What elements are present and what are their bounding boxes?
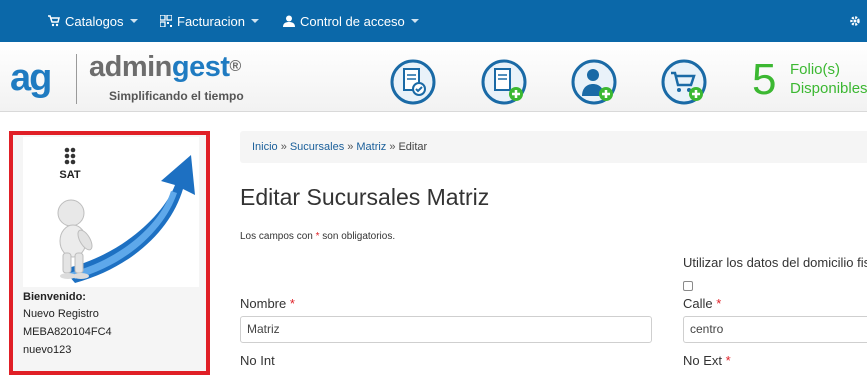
user-name: Nuevo Registro (23, 308, 99, 320)
logo-mark: ag (10, 57, 52, 99)
chevron-down-icon (410, 19, 419, 23)
logo-tagline: Simplificando el tiempo (109, 89, 244, 103)
use-fiscal-address-label: Utilizar los datos del domicilio fiscal (683, 255, 867, 270)
gear-icon[interactable] (849, 15, 861, 27)
menu-catalogos[interactable]: Catalogos (48, 0, 138, 42)
breadcrumb-sucursales[interactable]: Sucursales (290, 141, 344, 153)
user-panel: SAT Bienvenido: Nuevo Registro MEBA82010… (9, 131, 210, 375)
breadcrumb-separator: » (389, 141, 396, 153)
page-title: Editar Sucursales Matriz (240, 184, 490, 210)
breadcrumb-current: Editar (398, 141, 428, 153)
breadcrumb: Inicio» Sucursales» Matriz» Editar (240, 131, 867, 163)
user-icon (283, 15, 295, 27)
chevron-down-icon (129, 19, 138, 23)
invoice-check-icon[interactable] (389, 58, 437, 106)
breadcrumb-separator: » (280, 141, 287, 153)
invoice-add-icon[interactable] (480, 58, 528, 106)
cart-add-icon[interactable] (660, 58, 708, 106)
use-fiscal-address-checkbox[interactable] (683, 281, 693, 291)
breadcrumb-inicio[interactable]: Inicio (252, 141, 278, 153)
no-int-label: No Int (240, 353, 275, 368)
menu-catalogos-label: Catalogos (65, 13, 124, 29)
barcode-icon (160, 15, 172, 27)
breadcrumb-separator: » (347, 141, 354, 153)
user-login: nuevo123 (23, 344, 72, 356)
nombre-input[interactable]: Matriz (240, 316, 652, 343)
logo-divider (76, 54, 77, 104)
folios-count: 5 (752, 55, 777, 104)
logo-name: admingest® (89, 51, 241, 83)
calle-input[interactable]: centro (683, 316, 867, 343)
folios-label: Folio(s) Disponibles (790, 61, 867, 97)
no-ext-label: No Ext * (683, 353, 731, 368)
welcome-label: Bienvenido: (23, 291, 86, 303)
required-note: Los campos con * son obligatorios. (240, 231, 396, 242)
svg-text:SAT: SAT (59, 169, 80, 181)
menu-control-acceso[interactable]: Control de acceso (283, 0, 419, 42)
menu-facturacion-label: Facturacion (177, 13, 245, 29)
menu-facturacion[interactable]: Facturacion (160, 0, 259, 42)
nombre-label: Nombre * (240, 296, 295, 311)
breadcrumb-matriz[interactable]: Matriz (356, 141, 386, 153)
chevron-down-icon (250, 19, 259, 23)
top-navbar: Catalogos Facturacion Control de acceso (0, 0, 867, 42)
user-add-icon[interactable] (570, 58, 618, 106)
profile-image: SAT (23, 137, 199, 287)
calle-label: Calle * (683, 296, 722, 311)
user-rfc: MEBA820104FC4 (23, 326, 112, 338)
menu-control-acceso-label: Control de acceso (300, 13, 405, 29)
cart-icon (48, 15, 60, 27)
